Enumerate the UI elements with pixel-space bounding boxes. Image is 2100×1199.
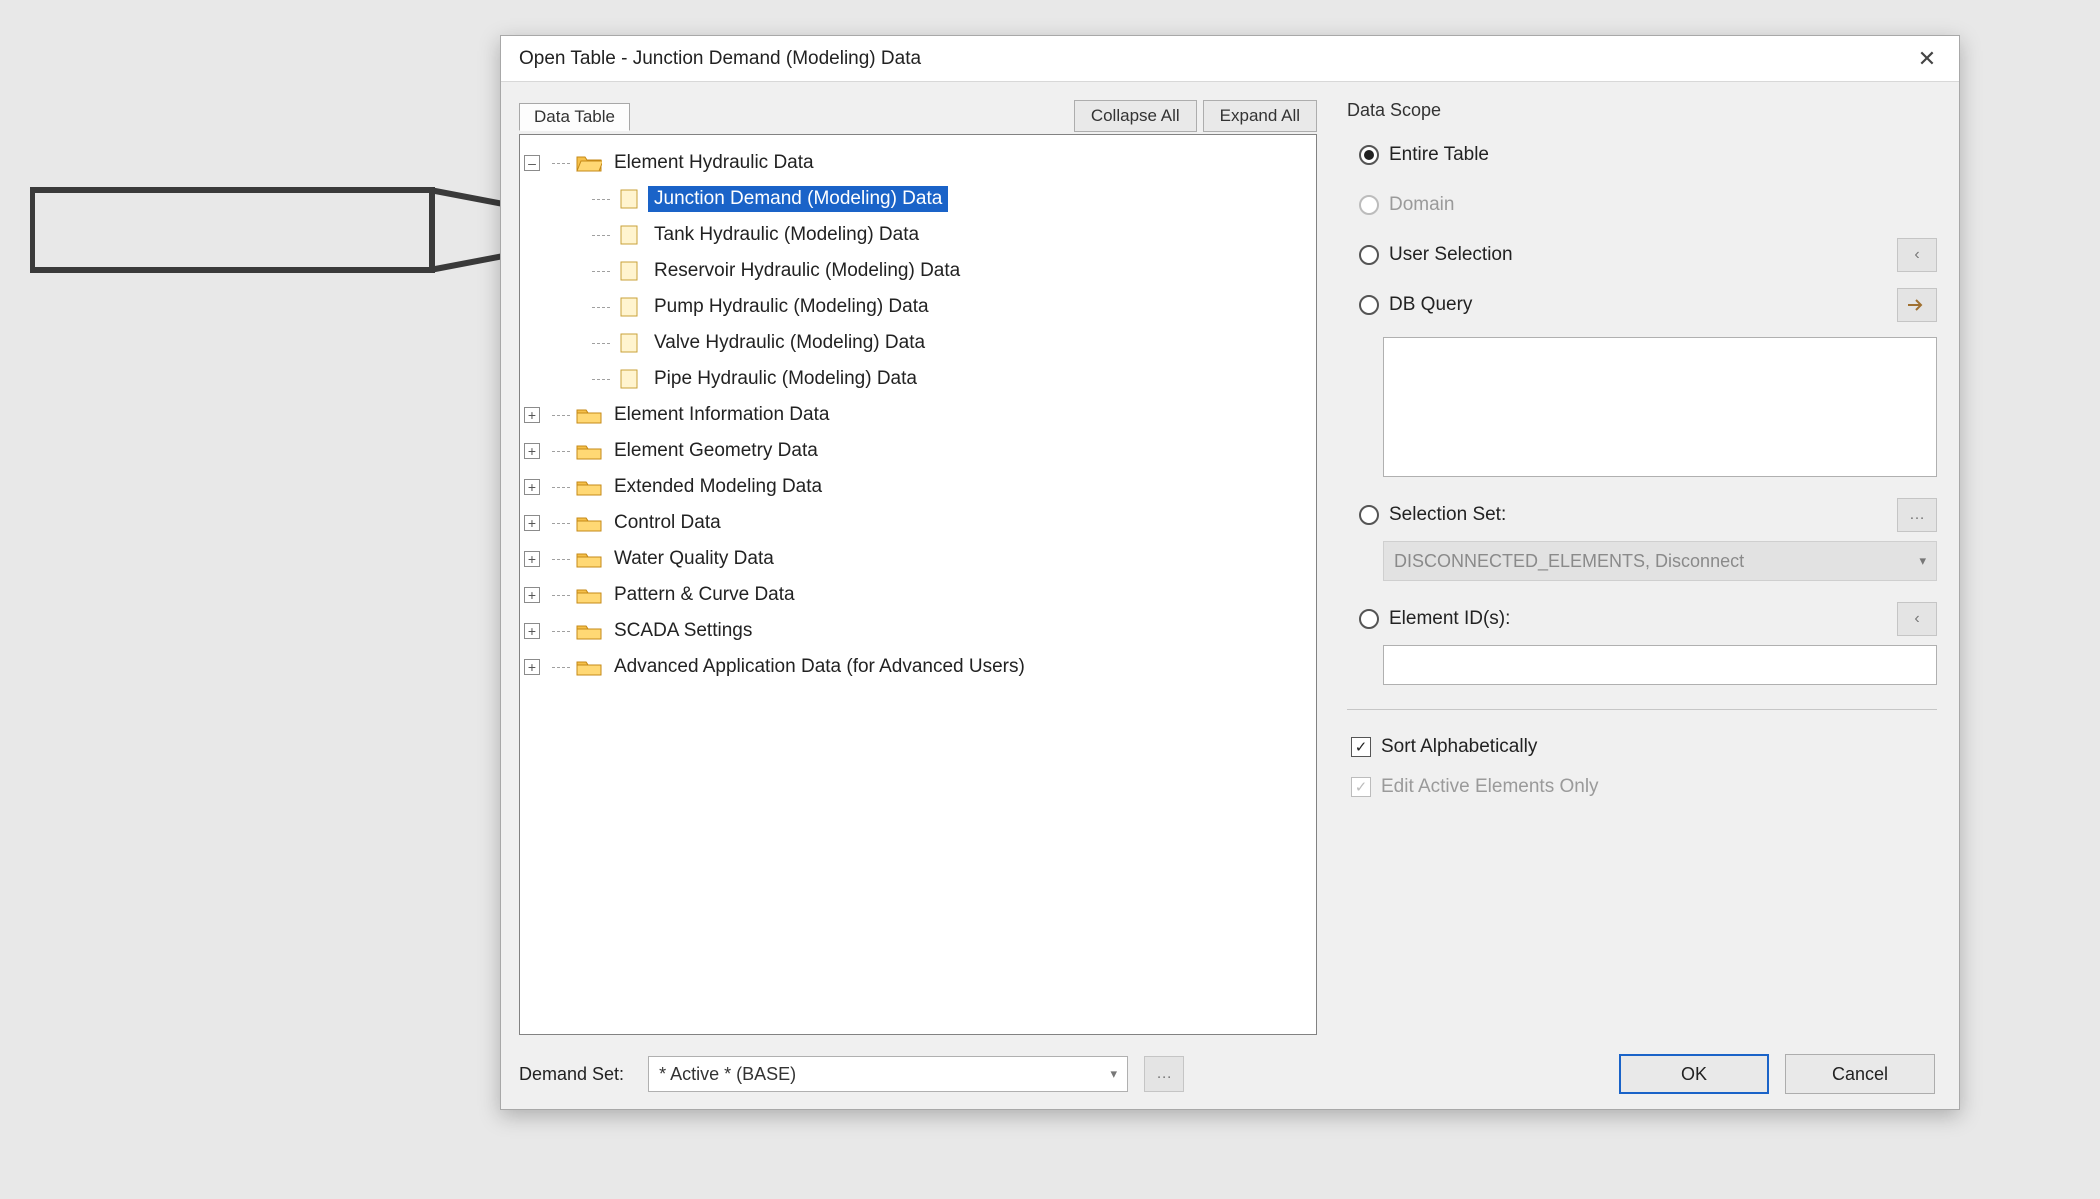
db-query-textbox[interactable] bbox=[1383, 337, 1937, 477]
close-icon[interactable]: ✕ bbox=[1909, 41, 1945, 77]
expand-icon[interactable]: + bbox=[524, 659, 540, 675]
expand-all-button[interactable]: Expand All bbox=[1203, 100, 1317, 132]
demand-set-browse-button[interactable]: … bbox=[1144, 1056, 1184, 1092]
chevron-down-icon: ▾ bbox=[1919, 553, 1926, 569]
radio-icon bbox=[1359, 295, 1379, 315]
folder-icon bbox=[576, 657, 602, 677]
radio-icon bbox=[1359, 195, 1379, 215]
file-icon bbox=[616, 261, 642, 281]
expand-icon[interactable]: + bbox=[524, 623, 540, 639]
expand-icon[interactable]: + bbox=[524, 443, 540, 459]
radio-user-selection[interactable]: User Selection ‹ bbox=[1359, 237, 1937, 273]
data-scope-label: Data Scope bbox=[1347, 100, 1937, 121]
titlebar: Open Table - Junction Demand (Modeling) … bbox=[501, 36, 1959, 82]
folder-open-icon bbox=[576, 153, 602, 173]
demand-set-dropdown[interactable]: * Active * (BASE) ▾ bbox=[648, 1056, 1128, 1092]
radio-icon bbox=[1359, 609, 1379, 629]
expand-icon[interactable]: + bbox=[524, 479, 540, 495]
tree-node[interactable]: +Advanced Application Data (for Advanced… bbox=[524, 649, 1312, 685]
tree-node[interactable]: +SCADA Settings bbox=[524, 613, 1312, 649]
tree-node[interactable]: Valve Hydraulic (Modeling) Data bbox=[564, 325, 1312, 361]
file-icon bbox=[616, 333, 642, 353]
radio-icon bbox=[1359, 505, 1379, 525]
radio-element-ids[interactable]: Element ID(s): ‹ bbox=[1359, 601, 1937, 637]
file-icon bbox=[616, 225, 642, 245]
expand-icon[interactable]: + bbox=[524, 587, 540, 603]
element-ids-pick-button[interactable]: ‹ bbox=[1897, 602, 1937, 636]
expand-icon[interactable]: + bbox=[524, 551, 540, 567]
expand-icon[interactable]: + bbox=[524, 407, 540, 423]
separator bbox=[1347, 709, 1937, 710]
radio-icon bbox=[1359, 245, 1379, 265]
tree-node[interactable]: +Element Geometry Data bbox=[524, 433, 1312, 469]
dialog-title: Open Table - Junction Demand (Modeling) … bbox=[519, 48, 1909, 70]
selection-set-browse-button[interactable]: … bbox=[1897, 498, 1937, 532]
folder-icon bbox=[576, 585, 602, 605]
folder-icon bbox=[576, 621, 602, 641]
tree-node[interactable]: Pipe Hydraulic (Modeling) Data bbox=[564, 361, 1312, 397]
file-icon bbox=[616, 189, 642, 209]
tree-node[interactable]: +Extended Modeling Data bbox=[524, 469, 1312, 505]
tab-data-table[interactable]: Data Table bbox=[519, 103, 630, 131]
tree-node[interactable]: Reservoir Hydraulic (Modeling) Data bbox=[564, 253, 1312, 289]
radio-entire-table[interactable]: Entire Table bbox=[1359, 137, 1937, 173]
chevron-down-icon: ▾ bbox=[1111, 1066, 1118, 1082]
checkbox-checked-icon: ✓ bbox=[1351, 777, 1371, 797]
collapse-icon[interactable]: – bbox=[524, 155, 540, 171]
radio-domain: Domain bbox=[1359, 187, 1937, 223]
file-icon bbox=[616, 297, 642, 317]
checkbox-checked-icon: ✓ bbox=[1351, 737, 1371, 757]
open-table-dialog: Open Table - Junction Demand (Modeling) … bbox=[500, 35, 1960, 1110]
edit-active-only-checkbox: ✓ Edit Active Elements Only bbox=[1351, 776, 1937, 798]
user-selection-pick-button[interactable]: ‹ bbox=[1897, 238, 1937, 272]
expand-icon[interactable]: + bbox=[524, 515, 540, 531]
tree-node[interactable]: +Pattern & Curve Data bbox=[524, 577, 1312, 613]
folder-icon bbox=[576, 549, 602, 569]
db-query-browse-button[interactable] bbox=[1897, 288, 1937, 322]
folder-icon bbox=[576, 441, 602, 461]
tree-node[interactable]: Junction Demand (Modeling) Data bbox=[564, 181, 1312, 217]
file-icon bbox=[616, 369, 642, 389]
folder-icon bbox=[576, 477, 602, 497]
data-table-tree[interactable]: – Element Hydraulic Data Junction Demand… bbox=[519, 134, 1317, 1035]
cancel-button[interactable]: Cancel bbox=[1785, 1054, 1935, 1094]
folder-icon bbox=[576, 513, 602, 533]
sort-alphabetically-checkbox[interactable]: ✓ Sort Alphabetically bbox=[1351, 736, 1937, 758]
radio-icon bbox=[1359, 145, 1379, 165]
tree-node[interactable]: Tank Hydraulic (Modeling) Data bbox=[564, 217, 1312, 253]
tree-node[interactable]: Pump Hydraulic (Modeling) Data bbox=[564, 289, 1312, 325]
element-ids-textbox[interactable] bbox=[1383, 645, 1937, 685]
tree-node[interactable]: +Element Information Data bbox=[524, 397, 1312, 433]
tree-node-element-hydraulic-data[interactable]: – Element Hydraulic Data bbox=[524, 145, 1312, 181]
demand-set-label: Demand Set: bbox=[519, 1064, 624, 1085]
tree-node[interactable]: +Control Data bbox=[524, 505, 1312, 541]
ok-button[interactable]: OK bbox=[1619, 1054, 1769, 1094]
radio-selection-set[interactable]: Selection Set: … bbox=[1359, 497, 1937, 533]
folder-icon bbox=[576, 405, 602, 425]
selection-set-dropdown[interactable]: DISCONNECTED_ELEMENTS, Disconnect ▾ bbox=[1383, 541, 1937, 581]
radio-db-query[interactable]: DB Query bbox=[1359, 287, 1937, 323]
tree-node[interactable]: +Water Quality Data bbox=[524, 541, 1312, 577]
collapse-all-button[interactable]: Collapse All bbox=[1074, 100, 1197, 132]
